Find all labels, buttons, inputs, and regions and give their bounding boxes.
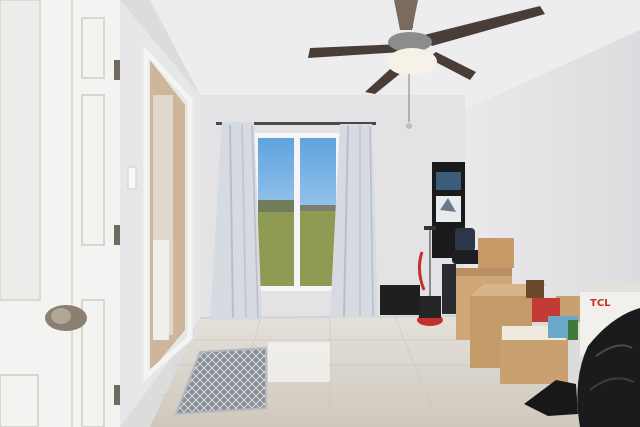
floor-reflection	[268, 342, 330, 382]
tv-box-brand-label: TCL	[590, 298, 611, 309]
light-switch	[127, 166, 137, 190]
small-cabinet	[380, 285, 420, 315]
door-knob	[45, 305, 87, 331]
window	[254, 133, 340, 291]
room-photo: TCL	[0, 0, 640, 427]
room-illustration: TCL	[0, 0, 640, 427]
door	[0, 0, 120, 427]
